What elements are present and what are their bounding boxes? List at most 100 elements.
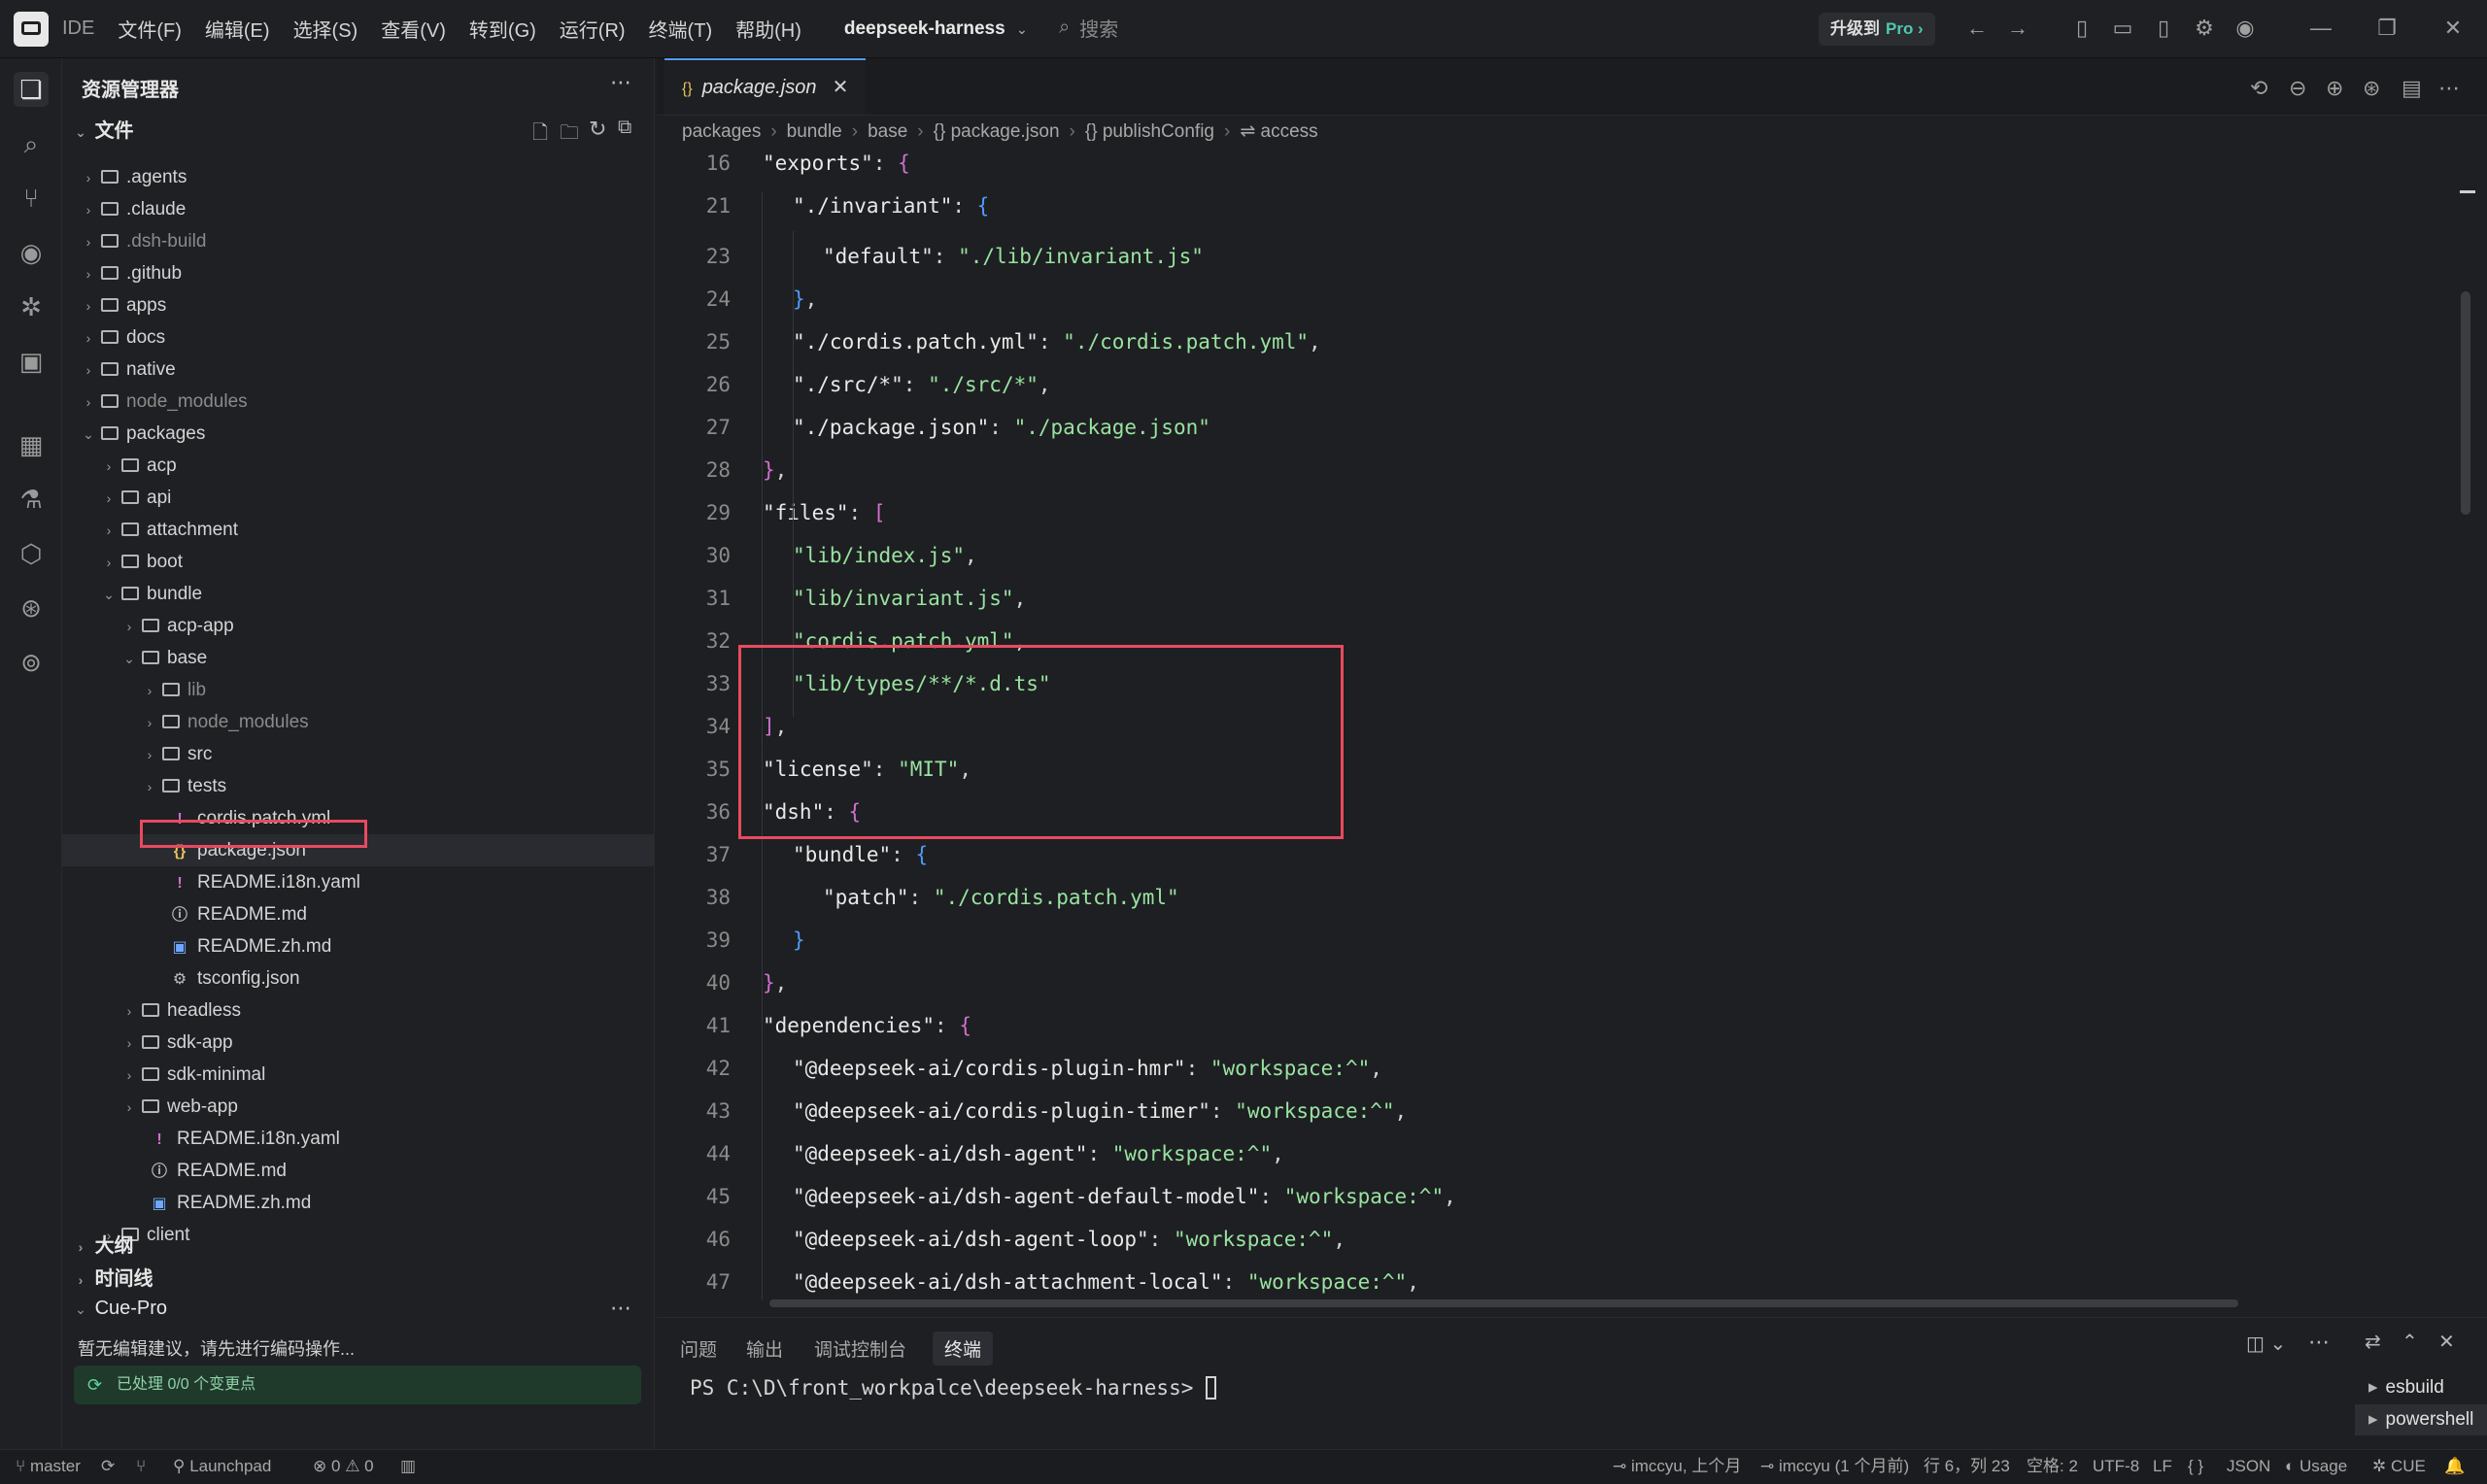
cue-item[interactable]: ✲ CUE — [2372, 1450, 2426, 1483]
vertical-scrollbar[interactable] — [2461, 291, 2470, 515]
new-folder-icon[interactable]: 🗀 — [560, 118, 579, 152]
tree-folder[interactable]: › src — [62, 738, 654, 770]
debug-icon[interactable]: ✲ — [14, 289, 49, 324]
extensions-icon[interactable]: ▦ — [14, 427, 49, 462]
minimize-icon[interactable]: — — [2308, 16, 2334, 41]
command-search[interactable]: ⌕ 搜索 — [1059, 14, 1118, 42]
menu-run[interactable]: 运行(R) — [560, 15, 626, 43]
breadcrumb-item[interactable]: bundle — [787, 121, 842, 142]
notifications-bell-icon[interactable]: 🔔 — [2444, 1450, 2465, 1483]
usage-item[interactable]: ◐ Usage — [2285, 1450, 2347, 1483]
tree-folder[interactable]: › .agents — [62, 161, 654, 193]
tree-folder[interactable]: › .claude — [62, 193, 654, 225]
language-mode[interactable]: JSON — [2227, 1450, 2270, 1483]
tree-folder[interactable]: › apps — [62, 289, 654, 321]
close-panel-icon[interactable]: ✕ — [2438, 1330, 2455, 1354]
git-graph-icon[interactable]: ⊛ — [14, 590, 49, 625]
terminal-more-icon[interactable]: ⋯ — [2308, 1330, 2330, 1355]
ports-icon[interactable]: ▥ — [400, 1450, 416, 1483]
timeline-section-header[interactable]: › 时间线 — [72, 1263, 153, 1291]
cue-more-icon[interactable]: ⋯ — [610, 1296, 633, 1321]
account-icon[interactable]: ◉ — [2232, 16, 2258, 41]
maximize-panel-icon[interactable]: ⌃ — [2402, 1330, 2418, 1354]
tree-folder[interactable]: › native — [62, 354, 654, 386]
tree-folder[interactable]: › sdk-minimal — [62, 1059, 654, 1091]
menu-view[interactable]: 查看(V) — [381, 15, 446, 43]
tree-folder[interactable]: › node_modules — [62, 386, 654, 418]
tree-folder[interactable]: › node_modules — [62, 706, 654, 738]
outline-section-header[interactable]: › 大纲 — [72, 1230, 134, 1258]
split-editor-icon[interactable]: ▤ — [2402, 76, 2422, 101]
package-icon[interactable]: ⬡ — [14, 536, 49, 571]
source-control-icon[interactable]: ⑂ — [14, 181, 49, 216]
tree-folder[interactable]: › acp — [62, 450, 654, 482]
braces-icon[interactable]: { } — [2188, 1450, 2203, 1483]
refresh-icon[interactable]: ↻ — [589, 117, 606, 142]
tree-folder[interactable]: › acp-app — [62, 610, 654, 642]
sync-icon[interactable]: ⟳ — [101, 1450, 115, 1483]
breadcrumb-item[interactable]: {} publishConfig — [1085, 121, 1214, 142]
menu-terminal[interactable]: 终端(T) — [649, 15, 713, 43]
ai-assistant-icon[interactable]: ⊚ — [14, 645, 49, 680]
toggle-secondary-sidebar-icon[interactable]: ▯ — [2151, 16, 2176, 41]
horizontal-scrollbar[interactable] — [769, 1299, 2238, 1307]
tree-file[interactable]: ! README.i18n.yaml — [62, 1123, 654, 1155]
remote-explorer-icon[interactable]: ▣ — [14, 344, 49, 379]
previous-change-icon[interactable]: ⊖ — [2289, 76, 2306, 101]
terminal-layout-icon[interactable]: ⇄ — [2365, 1330, 2381, 1354]
indentation[interactable]: 空格: 2 — [2027, 1450, 2078, 1483]
tree-folder[interactable]: › attachment — [62, 514, 654, 546]
tree-folder[interactable]: › .dsh-build — [62, 225, 654, 257]
files-section-header[interactable]: ⌄ 文件 — [72, 115, 133, 143]
terminal-prompt-line[interactable]: PS C:\D\front_workpalce\deepseek-harness… — [690, 1376, 1217, 1400]
explorer-icon[interactable]: ❏ — [14, 72, 49, 107]
blame-item[interactable]: ⊸ imccyu, 上个月 — [1613, 1450, 1741, 1483]
next-change-icon[interactable]: ⊕ — [2326, 76, 2343, 101]
tab-debug-console[interactable]: 调试控制台 — [814, 1335, 906, 1362]
search-view-icon[interactable]: ⌕ — [14, 126, 49, 161]
menu-edit[interactable]: 编辑(E) — [205, 15, 270, 43]
tree-file[interactable]: ⓘ README.md — [62, 898, 654, 930]
new-file-icon[interactable]: 🗋 — [532, 118, 548, 152]
menu-selection[interactable]: 选择(S) — [293, 15, 358, 43]
line-ending[interactable]: LF — [2153, 1450, 2172, 1483]
app-logo-icon[interactable] — [14, 11, 49, 47]
tree-folder[interactable]: › lib — [62, 674, 654, 706]
git-graph-status-icon[interactable]: ⑂ — [136, 1450, 146, 1483]
tab-problems[interactable]: 问题 — [680, 1335, 717, 1362]
launchpad-item[interactable]: ⚲ Launchpad — [173, 1450, 271, 1483]
more-actions-icon[interactable]: ⋯ — [610, 70, 633, 95]
tree-folder[interactable]: › docs — [62, 321, 654, 354]
breadcrumb-item[interactable]: packages — [682, 121, 761, 142]
tree-folder[interactable]: › .github — [62, 257, 654, 289]
tree-folder[interactable]: › client — [62, 1219, 654, 1251]
tree-folder[interactable]: › web-app — [62, 1091, 654, 1123]
restore-icon[interactable]: ❐ — [2374, 16, 2400, 41]
testing-flask-icon[interactable]: ⚗ — [14, 482, 49, 517]
menu-go[interactable]: 转到(G) — [469, 15, 536, 43]
cursor-position[interactable]: 行 6，列 23 — [1924, 1450, 2010, 1483]
terminal-instance-powershell[interactable]: ▸ powershell — [2355, 1404, 2487, 1435]
menu-file[interactable]: 文件(F) — [118, 15, 182, 43]
editor-more-icon[interactable]: ⋯ — [2438, 76, 2460, 101]
menu-help[interactable]: 帮助(H) — [735, 15, 801, 43]
split-terminal-icon[interactable]: ◫ ⌄ — [2246, 1332, 2286, 1356]
close-window-icon[interactable]: ✕ — [2440, 16, 2466, 41]
cue-pro-section-header[interactable]: ⌄ Cue-Pro — [72, 1298, 167, 1320]
tree-folder[interactable]: › tests — [62, 770, 654, 802]
eye-icon[interactable]: ◉ — [14, 235, 49, 270]
breadcrumb-item[interactable]: {} package.json — [934, 121, 1060, 142]
toggle-sidebar-icon[interactable]: ▯ — [2069, 16, 2095, 41]
problems-indicator[interactable]: ⊗ 0 ⚠ 0 — [313, 1450, 374, 1483]
tab-terminal[interactable]: 终端 — [933, 1332, 994, 1366]
tree-folder[interactable]: ⌄ packages — [62, 418, 654, 450]
forward-arrow-icon[interactable]: → — [2005, 16, 2030, 41]
branch-indicator[interactable]: ⑂ master — [16, 1450, 81, 1483]
back-arrow-icon[interactable]: ← — [1964, 16, 1990, 41]
git-lens-icon[interactable]: ⊛ — [2363, 76, 2380, 101]
breadcrumb-item[interactable]: ⇌ access — [1240, 121, 1317, 142]
terminal-instance-esbuild[interactable]: ▸ esbuild — [2355, 1372, 2487, 1403]
tree-folder[interactable]: › boot — [62, 546, 654, 578]
open-changes-icon[interactable]: ⟲ — [2250, 76, 2267, 101]
tree-folder[interactable]: › api — [62, 482, 654, 514]
